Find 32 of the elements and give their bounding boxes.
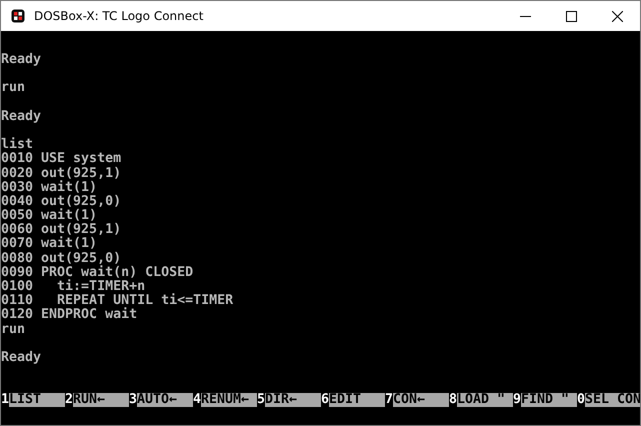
console-line: Ready — [1, 350, 42, 366]
maximize-icon — [566, 10, 576, 22]
console-line: list — [1, 138, 34, 152]
function-key-label[interactable]: RENUM← — [201, 393, 257, 407]
console-line: 0030 wait(1) — [1, 180, 98, 195]
function-key-label[interactable]: SEL CON — [585, 393, 640, 407]
console-line: 0020 out(925,1) — [1, 166, 122, 180]
console-line: 0070 wait(1) — [1, 237, 98, 252]
console-line: 0060 out(925,1) — [1, 223, 122, 238]
function-key-label[interactable]: CON← — [393, 393, 449, 407]
function-key-label[interactable]: DIR← — [265, 393, 321, 407]
console-line: 0110 REPEAT UNTIL ti<=TIMER — [1, 294, 234, 308]
window-title: DOSBox-X: TC Logo Connect — [34, 9, 204, 23]
app-icon — [11, 9, 25, 23]
function-key-label[interactable]: AUTO← — [137, 393, 193, 407]
console-line: 0090 PROC wait(n) CLOSED — [1, 266, 194, 280]
close-icon — [612, 10, 622, 22]
console-line: run — [1, 322, 26, 337]
console-line: 0120 ENDPROC wait — [1, 308, 138, 323]
console-line: 0100 ti:=TIMER+n — [1, 280, 146, 294]
console-line: 0010 USE system — [1, 152, 122, 166]
console-line: Ready — [1, 53, 42, 68]
function-key-label[interactable]: EDIT — [329, 393, 385, 407]
function-key-label[interactable]: LIST — [9, 393, 65, 407]
function-key-label[interactable]: FIND " — [521, 393, 577, 407]
console-line: 0050 wait(1) — [1, 209, 98, 224]
console-line: Ready — [1, 110, 42, 124]
console-line: 0040 out(925,0) — [1, 194, 122, 209]
function-key-label[interactable]: LOAD " — [457, 393, 513, 407]
console-line: run — [1, 81, 26, 96]
function-key-label[interactable]: RUN← — [73, 393, 129, 407]
console-line: 0080 out(925,0) — [1, 252, 122, 266]
